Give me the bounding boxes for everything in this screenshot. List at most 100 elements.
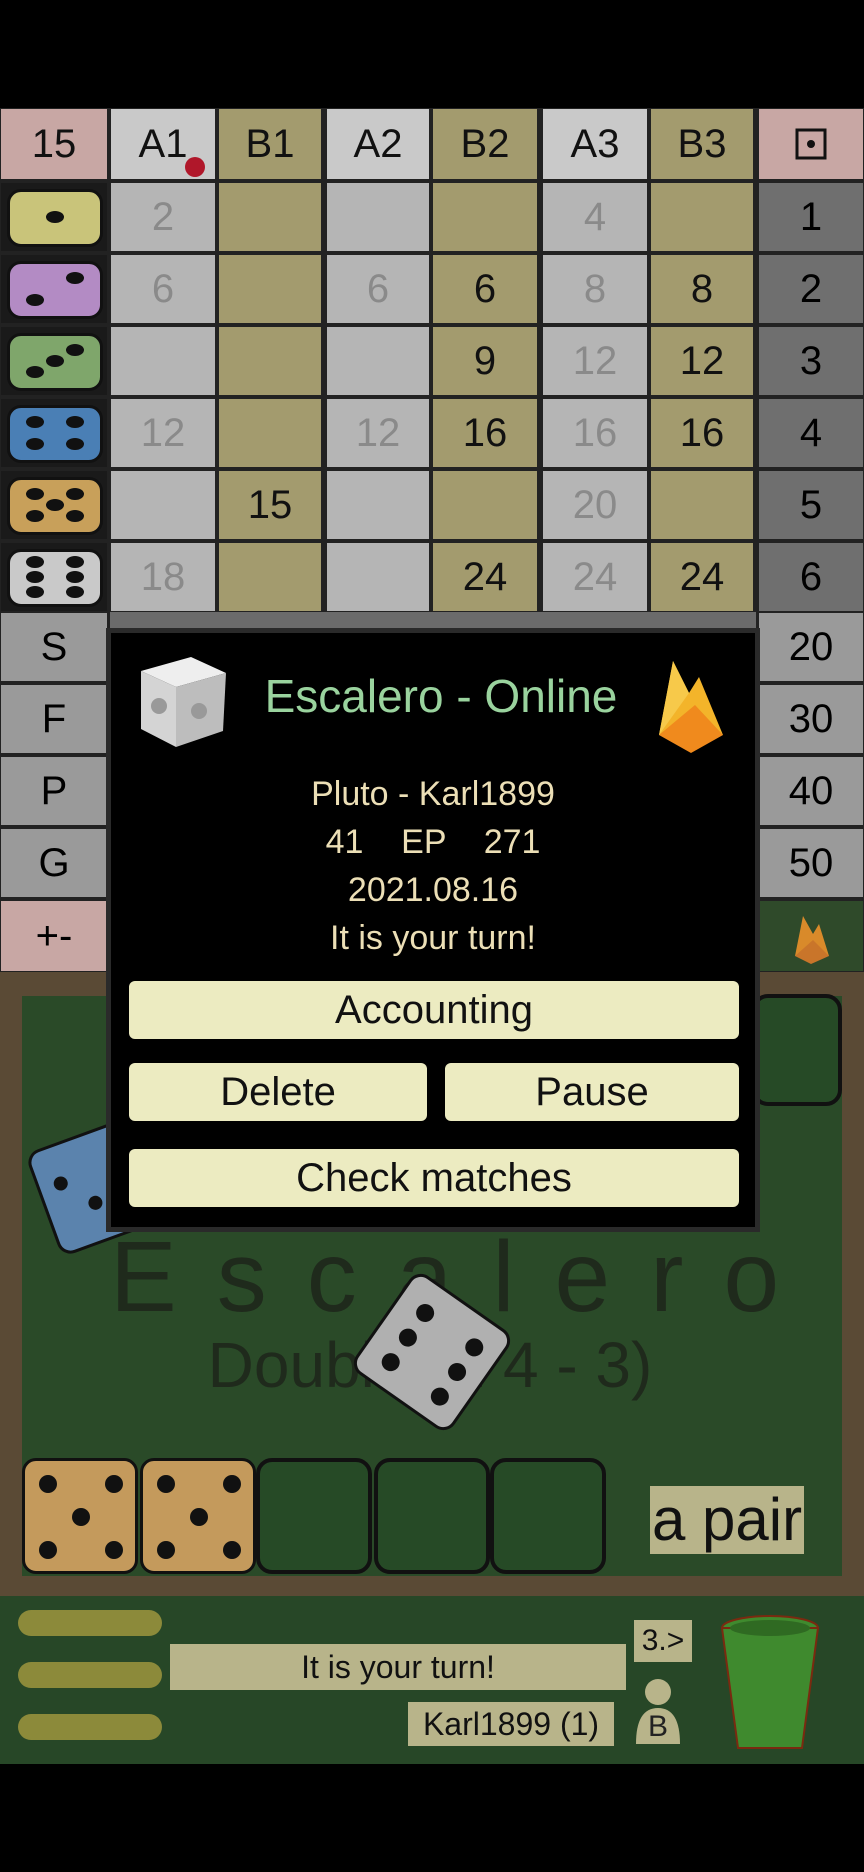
row-die-2 — [0, 254, 108, 324]
row-value-s: 20 — [758, 612, 864, 682]
score-cell[interactable] — [432, 470, 538, 540]
row-label-s: S — [0, 612, 108, 682]
score-cell[interactable]: 2 — [110, 182, 216, 252]
row-sum-1: 1 — [758, 182, 864, 252]
die-slot-4[interactable] — [374, 1458, 490, 1574]
status-message: It is your turn! — [170, 1644, 626, 1690]
row-value-g: 50 — [758, 828, 864, 898]
score-cell[interactable]: 16 — [650, 398, 754, 468]
score-cell[interactable]: 8 — [542, 254, 648, 324]
firebase-flame-icon — [758, 900, 864, 972]
row-sum-2: 2 — [758, 254, 864, 324]
dialog-score: 41 EP 271 — [325, 823, 541, 861]
column-header-a2[interactable]: A2 — [326, 108, 430, 180]
dice-cup-icon[interactable] — [718, 1614, 822, 1754]
menu-pill-1[interactable] — [18, 1610, 162, 1636]
score-cell[interactable] — [218, 326, 322, 396]
active-column-dot — [185, 157, 205, 177]
score-cell[interactable] — [110, 470, 216, 540]
firebase-logo-icon — [651, 655, 731, 755]
die-face-5-icon — [7, 477, 103, 535]
menu-pill-2[interactable] — [18, 1662, 162, 1688]
score-cell[interactable] — [110, 326, 216, 396]
score-cell[interactable] — [218, 254, 322, 324]
row-die-1 — [0, 182, 108, 252]
row-die-6 — [0, 542, 108, 612]
score-cell[interactable]: 16 — [542, 398, 648, 468]
score-cell[interactable] — [326, 542, 430, 612]
pause-button[interactable]: Pause — [445, 1063, 739, 1121]
player-name: Karl1899 (1) — [408, 1702, 614, 1746]
score-cell[interactable]: 12 — [542, 326, 648, 396]
score-cell[interactable] — [432, 182, 538, 252]
score-cell[interactable]: 8 — [650, 254, 754, 324]
dialog-players: Pluto - Karl1899 — [311, 775, 555, 813]
bottom-bar: It is your turn! Karl1899 (1) 3.> B — [0, 1596, 864, 1764]
die-face-3-icon — [7, 333, 103, 391]
kept-die-2[interactable] — [140, 1458, 256, 1574]
row-sum-3: 3 — [758, 326, 864, 396]
accounting-button[interactable]: Accounting — [129, 981, 739, 1039]
dialog-title: Escalero - Online — [264, 670, 618, 722]
combo-label: a pair — [650, 1486, 805, 1554]
row-label-g: G — [0, 828, 108, 898]
score-cell[interactable]: 4 — [542, 182, 648, 252]
check-matches-button[interactable]: Check matches — [129, 1149, 739, 1207]
throw-counter: 15 — [0, 108, 108, 180]
die-face-2-icon — [7, 261, 103, 319]
score-cell[interactable] — [218, 398, 322, 468]
column-header-b2[interactable]: B2 — [432, 108, 538, 180]
menu-pill-3[interactable] — [18, 1714, 162, 1740]
score-cell[interactable] — [650, 470, 754, 540]
score-cell[interactable]: 9 — [432, 326, 538, 396]
column-header-b1[interactable]: B1 — [218, 108, 322, 180]
dialog-status: It is your turn! — [330, 919, 536, 957]
score-cell[interactable]: 15 — [218, 470, 322, 540]
score-cell[interactable] — [218, 542, 322, 612]
row-value-f: 30 — [758, 684, 864, 754]
row-die-3 — [0, 326, 108, 396]
kept-die-1[interactable] — [22, 1458, 138, 1574]
rank-badge: 3.> — [634, 1620, 692, 1662]
score-cell[interactable]: 12 — [326, 398, 430, 468]
hold-area[interactable] — [752, 994, 842, 1106]
row-label-f: F — [0, 684, 108, 754]
score-cell[interactable] — [650, 182, 754, 252]
die-slot-3[interactable] — [256, 1458, 372, 1574]
score-cell[interactable] — [218, 182, 322, 252]
player-letter: B — [647, 1710, 668, 1743]
die-slot-5[interactable] — [490, 1458, 606, 1574]
score-cell[interactable]: 20 — [542, 470, 648, 540]
player-avatar-icon[interactable]: B — [630, 1676, 686, 1746]
dice-logo-icon — [131, 651, 231, 751]
score-cell[interactable]: 24 — [432, 542, 538, 612]
score-cell[interactable] — [326, 326, 430, 396]
row-value-p: 40 — [758, 756, 864, 826]
die-face-1-icon — [7, 189, 103, 247]
row-sum-5: 5 — [758, 470, 864, 540]
column-header-b3[interactable]: B3 — [650, 108, 754, 180]
column-header-label: A1 — [138, 121, 188, 166]
score-cell[interactable]: 6 — [432, 254, 538, 324]
die-face-6-icon — [7, 549, 103, 607]
delete-button[interactable]: Delete — [129, 1063, 427, 1121]
score-cell[interactable]: 12 — [110, 398, 216, 468]
score-cell[interactable]: 18 — [110, 542, 216, 612]
score-cell[interactable]: 6 — [326, 254, 430, 324]
column-header-a3[interactable]: A3 — [542, 108, 648, 180]
row-sum-6: 6 — [758, 542, 864, 612]
row-die-4 — [0, 398, 108, 468]
dialog-date: 2021.08.16 — [347, 871, 519, 909]
score-cell[interactable]: 24 — [542, 542, 648, 612]
score-cell[interactable]: 16 — [432, 398, 538, 468]
column-header-a1[interactable]: A1 — [110, 108, 216, 180]
row-label-plusminus: +- — [0, 900, 108, 972]
score-cell[interactable]: 24 — [650, 542, 754, 612]
score-cell[interactable]: 6 — [110, 254, 216, 324]
score-cell[interactable] — [326, 470, 430, 540]
score-cell[interactable]: 12 — [650, 326, 754, 396]
die-face-4-icon — [7, 405, 103, 463]
row-sum-4: 4 — [758, 398, 864, 468]
score-cell[interactable] — [326, 182, 430, 252]
square-dot-icon[interactable] — [758, 108, 864, 180]
